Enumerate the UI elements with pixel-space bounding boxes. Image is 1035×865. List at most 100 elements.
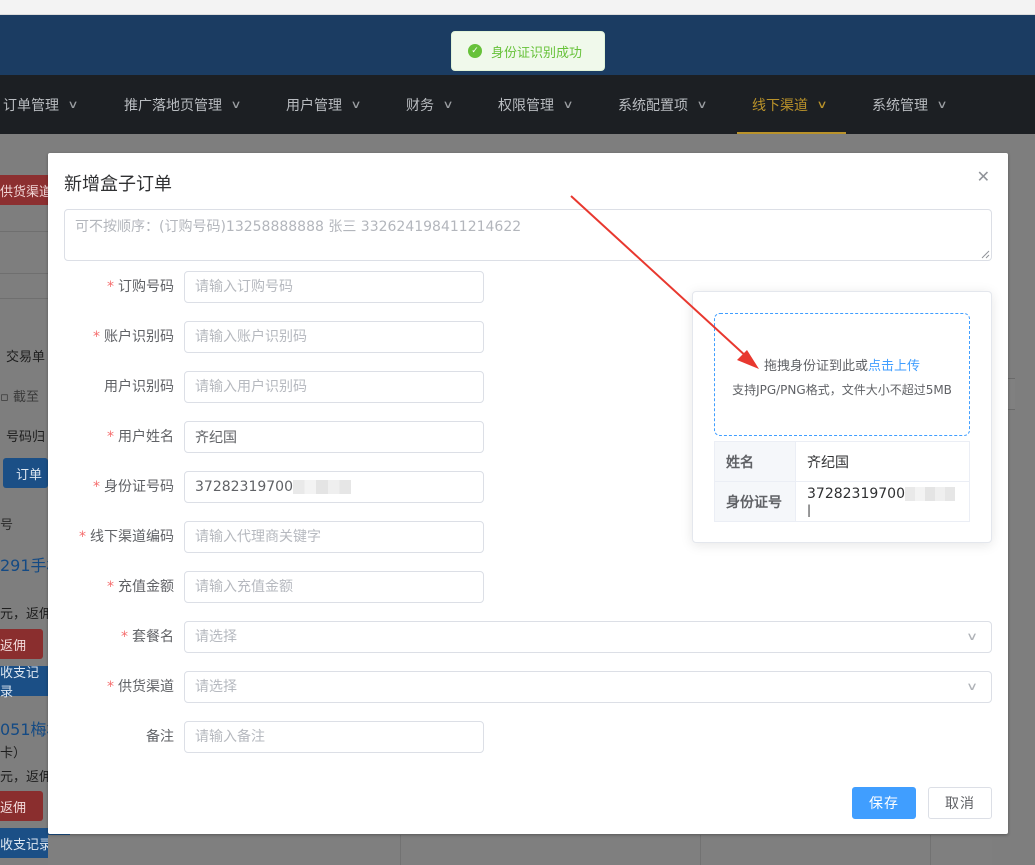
redacted-blur [292, 480, 351, 494]
id-card-dropzone[interactable]: 拖拽身份证到此或点击上传 支持JPG/PNG格式，文件大小不超过5MB [714, 313, 970, 436]
background-order-button: 订单 [3, 458, 48, 488]
required-mark: * [79, 529, 86, 545]
click-upload-link[interactable]: 点击上传 [868, 359, 920, 374]
nav-item-offline-channels[interactable]: 线下渠道 ∨ [736, 75, 847, 134]
channel-code-input[interactable] [184, 521, 484, 553]
chevron-down-icon: ∨ [965, 680, 979, 693]
table-cell-divider [700, 835, 701, 865]
table-cell-divider [930, 835, 931, 865]
required-mark: * [107, 429, 114, 445]
background-text: 号 [0, 518, 14, 533]
user-name-input[interactable] [184, 421, 484, 453]
field-label: * 套餐名 [121, 629, 174, 645]
nav-item-orders[interactable]: 订单管理 ∨ [3, 75, 79, 134]
toast-message: 身份证识别成功 [491, 45, 583, 61]
nav-item-permissions[interactable]: 权限管理 ∨ [498, 75, 574, 134]
account-id-input[interactable] [184, 321, 484, 353]
background-text: ▫ 截至 [0, 390, 39, 405]
id-value-cell: 37282319700| [795, 481, 970, 522]
calendar-icon: ▫ [0, 390, 9, 405]
supply-channel-select[interactable] [184, 671, 992, 703]
text-cursor: | [807, 502, 812, 517]
chevron-down-icon: ∨ [562, 98, 574, 111]
id-card-upload-panel: 拖拽身份证到此或点击上传 支持JPG/PNG格式，文件大小不超过5MB 姓名 齐… [692, 291, 992, 543]
field-label: 备注 [146, 729, 174, 745]
form-row-account-id: * 账户识别码 [48, 321, 548, 353]
field-label: * 线下渠道编码 [79, 529, 174, 545]
required-mark: * [93, 329, 100, 345]
nav-item-finance[interactable]: 财务 ∨ [406, 75, 454, 134]
id-key: 身份证号 [714, 481, 796, 522]
background-divider [0, 273, 48, 274]
form-row-package: *套餐名 ∨ [48, 621, 992, 653]
form-row-id-number: * 身份证号码 37282319700 [48, 471, 548, 503]
dialog-title: 新增盒子订单 [64, 174, 172, 195]
field-label: * 身份证号码 [93, 479, 174, 495]
field-label: 用户识别码 [104, 379, 174, 395]
background-commission-button: 返佣 [0, 629, 43, 659]
amount-input[interactable] [184, 571, 484, 603]
nav-item-users[interactable]: 用户管理 ∨ [286, 75, 362, 134]
add-box-order-dialog: 新增盒子订单 ✕ *订购号码 *账户识别码 用户识别码 *用户姓名 *身份证号码… [48, 153, 1008, 834]
cancel-button[interactable]: 取消 [928, 787, 992, 819]
form-row-amount: * 充值金额 [48, 571, 548, 603]
required-mark: * [107, 279, 114, 295]
name-value: 齐纪国 [795, 441, 970, 482]
table-row: 姓名 齐纪国 [714, 441, 970, 482]
nav-item-system-admin[interactable]: 系统管理 ∨ [872, 75, 948, 134]
nav-item-system-config[interactable]: 系统配置项 ∨ [618, 75, 708, 134]
form-row-user-name: * 用户姓名 [48, 421, 548, 453]
background-text: 交易单 [6, 350, 46, 365]
chevron-down-icon: ∨ [696, 98, 708, 111]
redacted-blur [904, 486, 955, 501]
field-label: * 订购号码 [107, 279, 174, 295]
main-nav: 订单管理 ∨ 推广落地页管理 ∨ 用户管理 ∨ 财务 ∨ 权限管理 ∨ 系统配置项 ∨ 线下… [0, 75, 1035, 134]
background-text: 号码归 [6, 430, 46, 445]
required-mark: * [93, 479, 100, 495]
background-commission-button: 返佣 [0, 791, 43, 821]
required-mark: * [107, 679, 114, 695]
chevron-down-icon: ∨ [350, 98, 362, 111]
nav-item-landing-pages[interactable]: 推广落地页管理 ∨ [124, 75, 242, 134]
form-row-channel-code: * 线下渠道编码 [48, 521, 548, 553]
chevron-down-icon: ∨ [67, 98, 79, 111]
background-text: 卡） [0, 746, 27, 761]
chevron-down-icon: ∨ [442, 98, 454, 111]
package-select[interactable] [184, 621, 992, 653]
save-button[interactable]: 保存 [852, 787, 916, 819]
background-text: 元，返佣 [0, 770, 53, 785]
resize-handle-icon[interactable] [980, 249, 990, 259]
close-icon[interactable]: ✕ [977, 167, 990, 186]
background-table-bottom [48, 835, 992, 865]
form-row-user-id: 用户识别码 [48, 371, 548, 403]
id-card-result-table: 姓名 齐纪国 身份证号 37282319700| [714, 441, 970, 522]
form-row-supply-channel: *供货渠道 ∨ [48, 671, 992, 703]
remark-input[interactable] [184, 721, 484, 753]
background-divider [0, 231, 48, 232]
upload-tip: 支持JPG/PNG格式，文件大小不超过5MB [732, 383, 952, 397]
field-label: * 用户姓名 [107, 429, 174, 445]
id-number-input[interactable]: 37282319700 [184, 471, 484, 503]
browser-bookmarks-bar [0, 0, 1035, 15]
check-circle-icon: ✓ [468, 44, 482, 58]
required-mark: * [121, 629, 128, 645]
field-label: * 供货渠道 [107, 679, 174, 695]
order-number-input[interactable] [184, 271, 484, 303]
chevron-down-icon: ∨ [965, 630, 979, 643]
required-mark: * [107, 579, 114, 595]
background-divider [0, 298, 48, 299]
background-records-button: 收支记录 [0, 666, 48, 700]
chevron-down-icon: ∨ [936, 98, 948, 111]
form-row-order-number: * 订购号码 [48, 271, 548, 303]
form-row-remark: 备注 [48, 721, 548, 753]
chevron-down-icon: ∨ [230, 98, 242, 111]
dropzone-text: 拖拽身份证到此或点击上传 [763, 359, 921, 374]
user-id-input[interactable] [184, 371, 484, 403]
table-cell-divider [400, 835, 401, 865]
background-supply-tag: 供货渠道 [0, 175, 48, 205]
quick-paste-textarea[interactable] [64, 209, 992, 261]
table-row: 身份证号 37282319700| [714, 481, 970, 522]
field-label: * 充值金额 [107, 579, 174, 595]
background-text: 元，返佣 [0, 607, 53, 622]
chevron-down-icon: ∨ [816, 98, 828, 111]
